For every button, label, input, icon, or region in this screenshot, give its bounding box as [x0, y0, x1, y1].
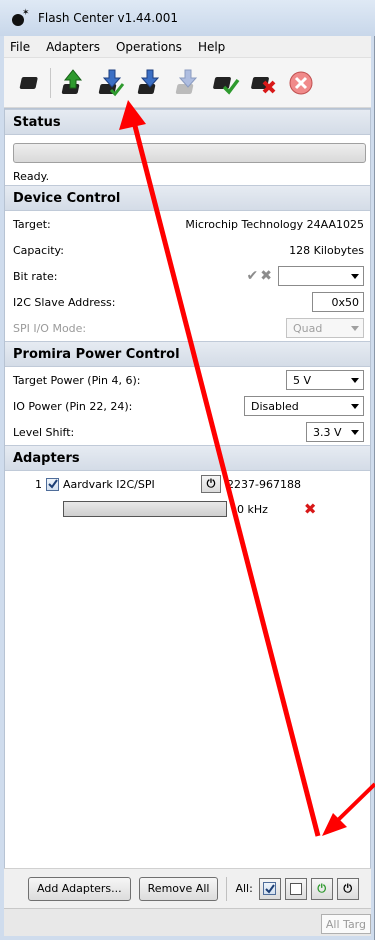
- target-power-label: Target Power (Pin 4, 6):: [13, 373, 141, 387]
- target-value: Microchip Technology 24AA1025: [185, 217, 364, 231]
- verify-button-disabled[interactable]: [171, 67, 203, 99]
- i2c-address-label: I2C Slave Address:: [13, 295, 116, 309]
- bitrate-select[interactable]: [278, 266, 364, 286]
- title-bar: ✶ Flash Center v1.44.001: [0, 0, 375, 36]
- io-power-select[interactable]: Disabled: [244, 396, 364, 416]
- remove-all-button[interactable]: Remove All: [138, 876, 219, 901]
- toolbar-separator: [50, 67, 51, 98]
- capacity-value: 128 Kilobytes: [289, 243, 364, 257]
- capacity-label: Capacity:: [13, 243, 64, 257]
- chip-button[interactable]: [12, 67, 44, 99]
- spi-mode-select[interactable]: Quad: [286, 318, 364, 338]
- write-button[interactable]: [133, 67, 165, 99]
- chip-up-arrow-icon: [61, 68, 83, 94]
- spi-mode-row: SPI I/O Mode: Quad: [5, 315, 370, 341]
- bitrate-label: Bit rate:: [13, 269, 58, 283]
- chevron-down-icon: [351, 403, 359, 409]
- target-label: Target:: [13, 217, 51, 231]
- stop-button[interactable]: [285, 67, 317, 99]
- chip-cross-icon: [251, 76, 276, 93]
- status-text: Ready.: [13, 169, 50, 183]
- app-window: ✶ Flash Center v1.44.001 File Adapters O…: [0, 0, 375, 940]
- i2c-address-value: 0x50: [331, 295, 359, 309]
- chip-down-arrow-check-icon: [98, 69, 125, 96]
- level-shift-label: Level Shift:: [13, 425, 75, 439]
- target-row: Target: Microchip Technology 24AA1025: [5, 211, 370, 237]
- spi-mode-label: SPI I/O Mode:: [13, 321, 87, 335]
- status-row: Ready.: [5, 167, 370, 185]
- status-section-header: Status: [5, 109, 370, 135]
- adapter-checkbox[interactable]: [46, 477, 59, 491]
- chip-check-icon: [213, 76, 240, 95]
- check-icon[interactable]: ✔: [247, 268, 259, 284]
- adapters-header: Adapters: [5, 445, 370, 471]
- erase-check-button[interactable]: [209, 67, 241, 99]
- checkmark-icon: [47, 479, 58, 489]
- chevron-down-icon: [351, 273, 359, 279]
- window-title: Flash Center v1.44.001: [38, 11, 179, 25]
- status-progress-bar: [13, 143, 366, 163]
- power-icon: ⏻: [206, 477, 216, 490]
- adapter-serial: 2237-967188: [227, 477, 301, 491]
- chevron-down-icon: [351, 325, 359, 331]
- add-adapters-button[interactable]: Add Adapters...: [28, 876, 131, 901]
- bottom-separator: [226, 876, 228, 901]
- spi-mode-value: Quad: [293, 321, 323, 335]
- device-control-header: Device Control: [5, 185, 370, 211]
- menu-operations[interactable]: Operations: [114, 40, 184, 54]
- i2c-address-input[interactable]: 0x50: [312, 292, 364, 312]
- menu-bar: File Adapters Operations Help: [4, 36, 371, 58]
- target-power-value: 5 V: [293, 373, 312, 387]
- chip-down-arrow-disabled-icon: [175, 69, 198, 94]
- io-power-label: IO Power (Pin 22, 24):: [13, 399, 133, 413]
- adapter-power-button[interactable]: ⏻: [201, 475, 221, 493]
- bitrate-row: Bit rate: ✔ ✖: [5, 263, 370, 289]
- adapter-progress-bar: [63, 501, 227, 517]
- power-icon: ⏻: [343, 881, 353, 895]
- capacity-row: Capacity: 128 Kilobytes: [5, 237, 370, 263]
- target-power-select[interactable]: 5 V: [286, 370, 364, 390]
- empty-box-icon: [289, 882, 302, 895]
- bomb-app-icon: ✶: [10, 9, 32, 27]
- level-shift-select[interactable]: 3.3 V: [306, 422, 364, 442]
- adapter-progress-row: 0 kHz ✖: [5, 497, 370, 521]
- io-power-row: IO Power (Pin 22, 24): Disabled: [5, 393, 370, 419]
- select-all-button[interactable]: [258, 877, 281, 900]
- checked-box-icon: [263, 882, 277, 895]
- status-bar: All Targ: [4, 908, 371, 936]
- chevron-down-icon: [351, 429, 359, 435]
- deselect-all-button[interactable]: [284, 877, 307, 900]
- level-shift-row: Level Shift: 3.3 V: [5, 419, 370, 445]
- chip-down-arrow-icon: [137, 69, 160, 94]
- power-on-all-button[interactable]: ⏻: [310, 877, 333, 900]
- remove-adapter-icon[interactable]: ✖: [304, 500, 317, 518]
- toolbar: [4, 58, 371, 108]
- menu-help[interactable]: Help: [196, 40, 227, 54]
- chevron-down-icon: [351, 377, 359, 383]
- menu-file[interactable]: File: [8, 40, 32, 54]
- adapter-index: 1: [35, 477, 42, 491]
- read-button[interactable]: [57, 67, 89, 99]
- adapter-name: Aardvark I2C/SPI: [63, 477, 155, 491]
- adapter-frequency: 0 kHz: [237, 502, 268, 516]
- target-power-row: Target Power (Pin 4, 6): 5 V: [5, 367, 370, 393]
- power-control-header: Promira Power Control: [5, 341, 370, 367]
- bottom-button-bar: Add Adapters... Remove All All: ⏻ ⏻: [4, 868, 371, 908]
- all-label: All:: [235, 882, 253, 895]
- status-bar-field: All Targ: [320, 914, 371, 934]
- main-panel: Status Ready. Device Control Target: Mic…: [4, 108, 371, 898]
- cross-icon[interactable]: ✖: [260, 268, 272, 284]
- program-button[interactable]: [95, 67, 127, 99]
- adapter-row: 1 Aardvark I2C/SPI ⏻ 2237-967188: [5, 471, 370, 497]
- level-shift-value: 3.3 V: [313, 425, 342, 439]
- chip-icon: [19, 76, 38, 89]
- menu-adapters[interactable]: Adapters: [44, 40, 102, 54]
- erase-button[interactable]: [247, 67, 279, 99]
- i2c-address-row: I2C Slave Address: 0x50: [5, 289, 370, 315]
- io-power-value: Disabled: [251, 399, 299, 413]
- power-off-all-button[interactable]: ⏻: [336, 877, 359, 900]
- stop-icon: [289, 71, 313, 94]
- power-green-icon: ⏻: [317, 881, 327, 895]
